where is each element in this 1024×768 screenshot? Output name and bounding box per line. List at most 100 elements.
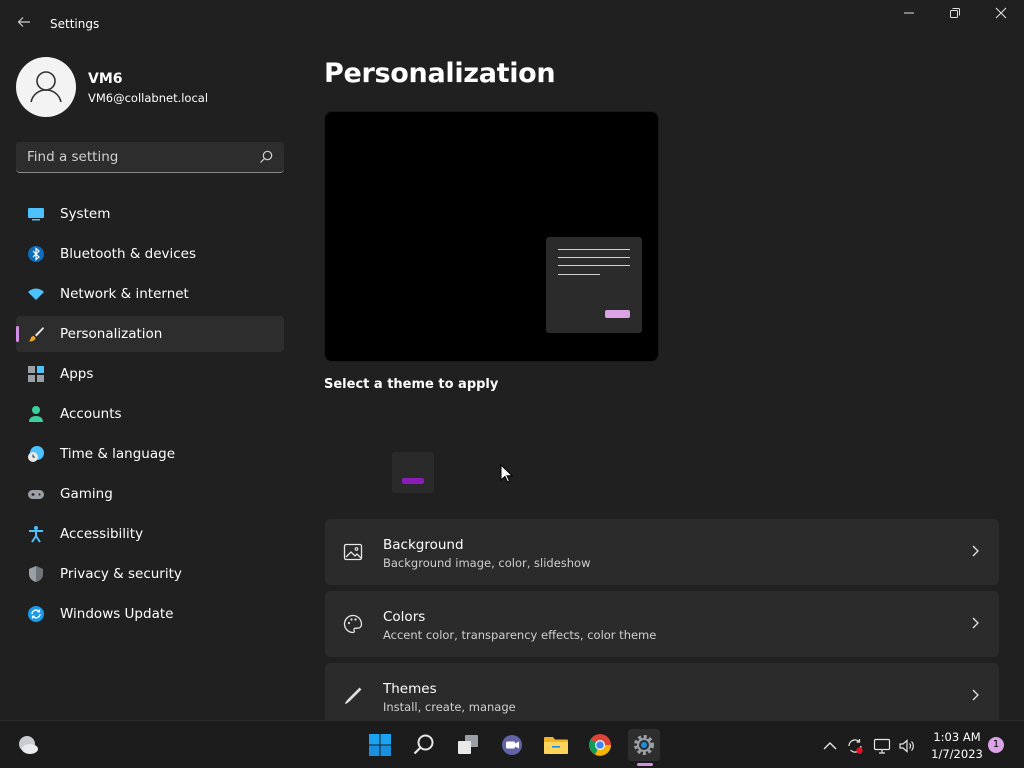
sidebar-item-bluetooth[interactable]: Bluetooth & devices — [16, 236, 284, 272]
profile-email: VM6@collabnet.local — [88, 91, 209, 105]
notification-badge[interactable]: 1 — [988, 737, 1004, 753]
preview-line — [558, 265, 630, 266]
palette-icon — [343, 614, 363, 634]
search-input[interactable]: Find a setting — [16, 142, 284, 173]
back-button[interactable] — [14, 14, 34, 34]
settings-taskbar-button[interactable] — [628, 729, 660, 761]
close-button[interactable] — [978, 4, 1024, 28]
card-title: Themes — [383, 681, 437, 697]
sidebar-item-label: Gaming — [60, 486, 113, 502]
sidebar-item-accessibility[interactable]: Accessibility — [16, 516, 284, 552]
select-theme-label: Select a theme to apply — [324, 377, 499, 392]
restore-button[interactable] — [932, 4, 978, 28]
background-card[interactable]: Background Background image, color, slid… — [325, 519, 999, 585]
page-title: Personalization — [324, 58, 556, 89]
sidebar-item-accounts[interactable]: Accounts — [16, 396, 284, 432]
restore-icon — [950, 8, 960, 18]
preview-window — [546, 237, 642, 333]
minimize-icon — [904, 12, 914, 14]
teams-chat-icon — [502, 735, 522, 755]
theme-thumbnail-accent — [402, 478, 424, 484]
weather-cloud-icon — [19, 736, 38, 754]
taskbar: 1:03 AM 1/7/2023 1 — [0, 720, 1024, 768]
sidebar-item-label: Personalization — [60, 326, 163, 342]
close-icon — [995, 7, 1007, 19]
sync-icon[interactable] — [846, 737, 864, 755]
update-icon — [28, 606, 44, 622]
sidebar-item-label: System — [60, 206, 111, 222]
minimize-button[interactable] — [886, 4, 932, 28]
volume-icon[interactable] — [898, 737, 916, 755]
profile-name: VM6 — [88, 71, 123, 87]
sidebar-item-time-language[interactable]: Time & language — [16, 436, 284, 472]
weather-widget[interactable] — [12, 729, 44, 761]
system-icon — [28, 208, 44, 221]
settings-icon — [634, 735, 654, 755]
sidebar-item-gaming[interactable]: Gaming — [16, 476, 284, 512]
card-subtitle: Accent color, transparency effects, colo… — [383, 628, 657, 642]
chrome-button[interactable] — [584, 729, 616, 761]
chevron-right-icon — [972, 689, 979, 701]
themes-card[interactable]: Themes Install, create, manage — [325, 663, 999, 720]
brush-icon — [28, 327, 44, 342]
chrome-icon — [589, 734, 611, 756]
taskbar-search-button[interactable] — [408, 729, 440, 761]
back-arrow-icon — [17, 17, 30, 27]
card-title: Colors — [383, 609, 426, 625]
person-icon — [29, 406, 43, 422]
start-button[interactable] — [364, 729, 396, 761]
task-view-button[interactable] — [452, 729, 484, 761]
chevron-right-icon — [972, 545, 979, 557]
sidebar-item-label: Apps — [60, 366, 94, 382]
card-title: Background — [383, 537, 464, 553]
active-app-indicator — [637, 763, 653, 766]
colors-card[interactable]: Colors Accent color, transparency effect… — [325, 591, 999, 657]
start-icon — [369, 734, 391, 756]
bluetooth-icon — [28, 246, 44, 262]
gamepad-icon — [28, 490, 44, 499]
chevron-right-icon — [972, 617, 979, 629]
task-view-icon — [458, 735, 478, 754]
avatar[interactable] — [16, 57, 76, 117]
sidebar-item-label: Time & language — [60, 446, 176, 462]
sidebar-item-label: Privacy & security — [60, 566, 182, 582]
search-placeholder: Find a setting — [27, 149, 119, 165]
sidebar-item-privacy[interactable]: Privacy & security — [16, 556, 284, 592]
pen-icon — [344, 687, 362, 705]
search-icon — [260, 150, 273, 163]
theme-thumbnail[interactable] — [392, 452, 434, 493]
sidebar-item-label: Bluetooth & devices — [60, 246, 197, 262]
clock-time[interactable]: 1:03 AM — [925, 730, 989, 744]
app-title: Settings — [50, 17, 100, 31]
mouse-cursor-icon — [500, 464, 514, 483]
file-explorer-button[interactable] — [540, 729, 572, 761]
image-icon — [343, 543, 363, 561]
shield-icon — [29, 566, 43, 582]
card-subtitle: Background image, color, slideshow — [383, 556, 591, 570]
card-subtitle: Install, create, manage — [383, 700, 516, 714]
network-icon[interactable] — [873, 737, 891, 755]
sidebar-item-personalization[interactable]: Personalization — [16, 316, 284, 352]
sidebar-item-apps[interactable]: Apps — [16, 356, 284, 392]
file-explorer-icon — [544, 737, 568, 754]
sidebar-nav: System Bluetooth & devices Network & int… — [16, 196, 284, 636]
preview-accent-button — [605, 310, 630, 318]
title-bar: Settings — [0, 0, 1024, 48]
sidebar-item-system[interactable]: System — [16, 196, 284, 232]
preview-line — [558, 257, 630, 258]
sidebar-item-network[interactable]: Network & internet — [16, 276, 284, 312]
preview-line — [558, 274, 600, 275]
person-avatar-icon — [30, 71, 62, 103]
preview-line — [558, 249, 630, 250]
search-icon — [413, 734, 434, 755]
clock-date[interactable]: 1/7/2023 — [925, 747, 989, 761]
sidebar-item-label: Accounts — [60, 406, 122, 422]
sidebar-item-windows-update[interactable]: Windows Update — [16, 596, 284, 632]
accessibility-icon — [29, 526, 43, 543]
sidebar-item-label: Network & internet — [60, 286, 189, 302]
chevron-up-icon[interactable] — [821, 737, 839, 755]
sidebar-item-label: Windows Update — [60, 606, 174, 622]
wifi-icon — [28, 288, 44, 300]
apps-icon — [28, 366, 44, 382]
teams-chat-button[interactable] — [496, 729, 528, 761]
